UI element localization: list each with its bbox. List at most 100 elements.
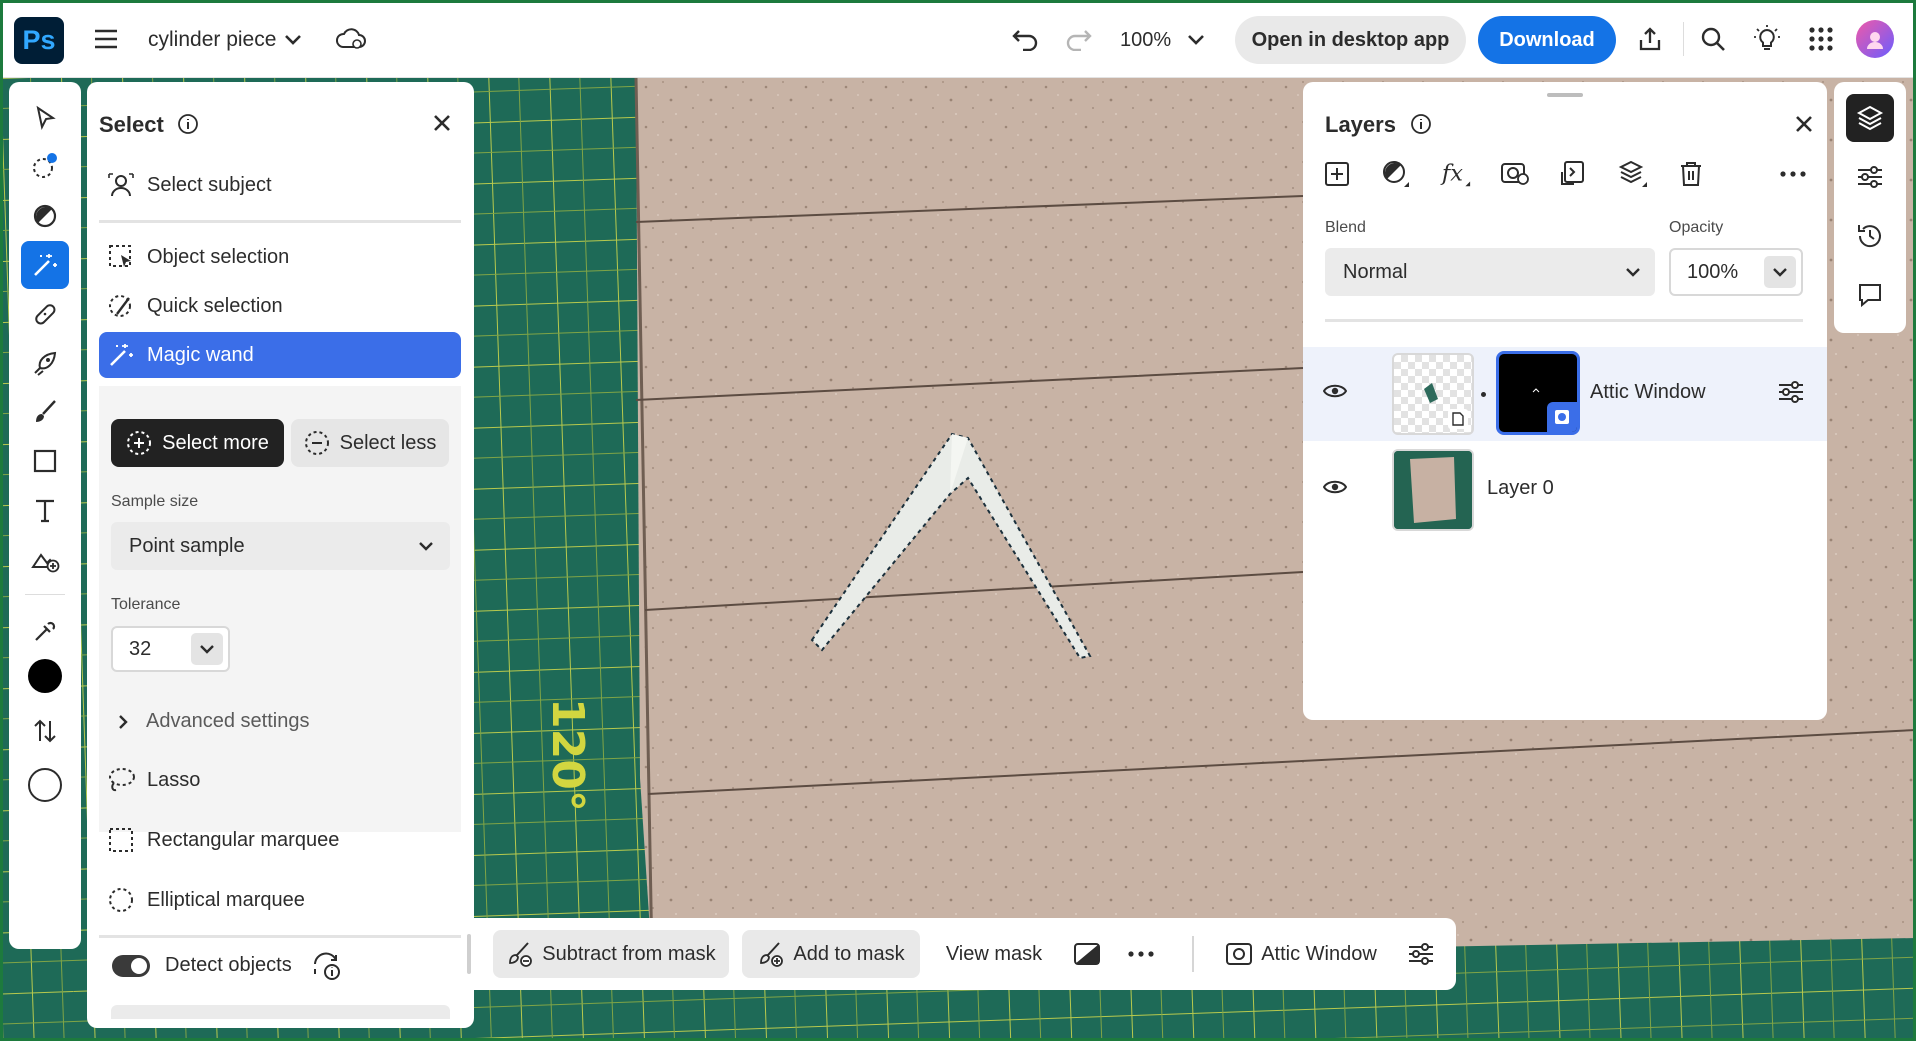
quick-action-tool[interactable]	[21, 143, 69, 191]
zoom-chevron-down-icon[interactable]	[1181, 24, 1211, 56]
context-bar-drag-handle[interactable]	[467, 934, 471, 974]
subtract-from-mask-button[interactable]: Subtract from mask	[493, 930, 729, 978]
object-selection-button[interactable]: Object selection	[99, 234, 461, 280]
add-layer-icon[interactable]	[1321, 158, 1353, 190]
open-in-desktop-button[interactable]: Open in desktop app	[1235, 16, 1466, 64]
opacity-input[interactable]: 100%	[1669, 248, 1803, 296]
layers-info-icon[interactable]	[1410, 113, 1432, 135]
history-panel-button[interactable]	[1846, 212, 1894, 260]
layer-thumbnail[interactable]	[1392, 353, 1474, 435]
mask-icon	[1226, 943, 1253, 965]
comment-icon	[1859, 284, 1881, 308]
advanced-settings-toggle[interactable]: Advanced settings	[118, 710, 309, 733]
panel-divider	[99, 220, 461, 223]
invert-mask-icon[interactable]	[1065, 930, 1109, 978]
topbar-divider	[1683, 22, 1684, 56]
magic-wand-icon	[110, 344, 133, 366]
history-icon	[1858, 225, 1881, 248]
rectangular-marquee-button[interactable]: Rectangular marquee	[99, 817, 461, 863]
lightbulb-icon[interactable]	[1747, 20, 1787, 58]
search-icon[interactable]	[1693, 20, 1733, 58]
cloud-sync-icon[interactable]	[332, 22, 370, 56]
clip-layer-icon[interactable]	[1557, 158, 1589, 190]
foreground-color-swatch[interactable]	[28, 659, 62, 693]
select-less-button[interactable]: Select less	[291, 419, 449, 467]
clone-tool[interactable]	[21, 339, 69, 387]
layers-close-icon[interactable]	[1794, 114, 1814, 134]
more-options-icon[interactable]	[1119, 930, 1163, 978]
layer-thumbnail[interactable]	[1392, 449, 1474, 531]
trash-icon[interactable]	[1675, 158, 1707, 190]
panel-divider	[99, 935, 461, 938]
comments-panel-button[interactable]	[1846, 271, 1894, 319]
object-selection-icon	[109, 245, 131, 267]
chevron-down-icon	[1626, 268, 1640, 277]
layer-stack-icon[interactable]	[1617, 158, 1649, 190]
drag-handle[interactable]	[1547, 93, 1583, 97]
share-icon[interactable]	[1630, 20, 1670, 58]
mask-icon[interactable]	[1499, 158, 1531, 190]
adjustments-panel-button[interactable]	[1846, 153, 1894, 201]
redo-icon[interactable]	[1059, 20, 1099, 58]
apps-grid-icon[interactable]	[1801, 20, 1841, 58]
adjust-tool[interactable]	[21, 192, 69, 240]
adjustment-layer-icon[interactable]	[1380, 158, 1412, 190]
swap-colors-button[interactable]	[21, 707, 69, 755]
chevron-down-icon[interactable]	[278, 24, 308, 56]
info-icon[interactable]	[177, 113, 199, 135]
toolbar-divider	[25, 594, 65, 595]
magic-wand-tool[interactable]	[21, 241, 69, 289]
close-icon[interactable]	[432, 113, 452, 133]
text-icon	[36, 499, 54, 523]
svg-text:fx: fx	[1440, 161, 1463, 187]
background-color-swatch[interactable]	[28, 768, 62, 802]
brush-tool[interactable]	[21, 388, 69, 436]
move-tool[interactable]	[21, 94, 69, 142]
tolerance-input[interactable]: 32	[111, 626, 230, 672]
quick-selection-button[interactable]: Quick selection	[99, 283, 461, 329]
layers-icon	[1856, 105, 1884, 131]
type-tool[interactable]	[21, 486, 69, 534]
sample-size-dropdown[interactable]: Point sample	[111, 522, 450, 570]
fx-effects-icon[interactable]: fx	[1440, 158, 1472, 190]
layer-selector-button[interactable]: Attic Window	[1212, 930, 1390, 978]
eyedropper-tool[interactable]	[21, 607, 69, 655]
visibility-eye-icon[interactable]	[1323, 383, 1347, 399]
layer-mask-thumbnail[interactable]	[1496, 351, 1580, 435]
add-to-mask-button[interactable]: Add to mask	[742, 930, 920, 978]
mask-properties-icon[interactable]	[1399, 930, 1443, 978]
magic-wand-icon	[34, 254, 57, 276]
undo-icon[interactable]	[1005, 20, 1045, 58]
hamburger-menu-icon[interactable]	[86, 20, 126, 58]
more-options-icon[interactable]	[1777, 158, 1809, 190]
lasso-button[interactable]: Lasso	[99, 757, 461, 803]
download-button[interactable]: Download	[1478, 16, 1616, 64]
detect-objects-toggle[interactable]	[112, 955, 150, 977]
detect-objects-info-icon[interactable]	[312, 952, 342, 982]
select-subject-button[interactable]: Select subject	[99, 162, 461, 208]
zoom-level[interactable]: 100%	[1120, 24, 1171, 56]
document-title[interactable]: cylinder piece	[148, 24, 276, 56]
opacity-chevron-down-icon[interactable]	[1764, 256, 1796, 288]
layer-row[interactable]: Layer 0	[1303, 443, 1827, 537]
detect-objects-label: Detect objects	[165, 954, 292, 976]
view-mask-button[interactable]: View mask	[934, 930, 1054, 978]
sparkle-select-icon	[33, 153, 57, 178]
layer-name: Layer 0	[1487, 477, 1554, 499]
right-rail	[1834, 82, 1906, 333]
visibility-eye-icon[interactable]	[1323, 479, 1347, 495]
magic-wand-button[interactable]: Magic wand	[99, 332, 461, 378]
layer-properties-icon[interactable]	[1777, 380, 1805, 404]
layers-panel: Layers fx Blend Normal Opacity 100% Atti…	[1303, 82, 1827, 720]
user-avatar[interactable]	[1856, 20, 1894, 58]
shape-tool[interactable]	[21, 437, 69, 485]
layer-row[interactable]: Attic Window	[1303, 347, 1827, 441]
tolerance-chevron-down-icon[interactable]	[191, 633, 223, 665]
blend-mode-dropdown[interactable]: Normal	[1325, 248, 1655, 296]
eyedropper-icon	[35, 621, 56, 641]
select-more-button[interactable]: Select more	[111, 419, 284, 467]
add-image-tool[interactable]	[21, 535, 69, 583]
layers-panel-button[interactable]	[1846, 94, 1894, 142]
elliptical-marquee-button[interactable]: Elliptical marquee	[99, 877, 461, 923]
heal-tool[interactable]	[21, 290, 69, 338]
